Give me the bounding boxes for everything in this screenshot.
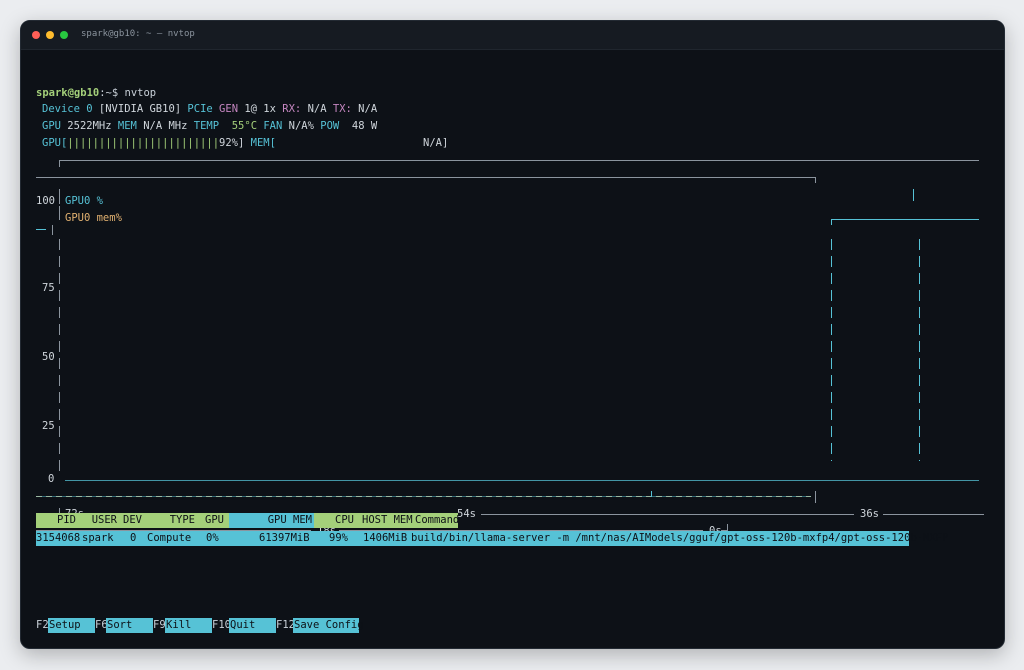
- process-table-header: PID USER DEV TYPE GPU GPU MEM CPU HOST M…: [36, 513, 459, 528]
- sort-button[interactable]: Sort: [106, 618, 153, 633]
- row-host-mem: 1406MiB: [363, 532, 408, 544]
- col-type[interactable]: TYPE: [166, 513, 195, 528]
- col-dev[interactable]: DEV: [121, 513, 142, 528]
- row-cpu: 99%: [329, 532, 348, 544]
- save-config-button[interactable]: Save Config: [293, 618, 364, 633]
- graph-series-lines: [65, 189, 979, 481]
- setup-button[interactable]: Setup: [48, 618, 95, 633]
- col-user[interactable]: USER: [82, 513, 117, 528]
- fkey-f2: F2: [36, 619, 49, 631]
- x-tick-36s: 36s: [860, 508, 879, 520]
- legend-gpu-mem: GPU0 mem%: [65, 212, 122, 224]
- fkey-f9: F9: [153, 619, 166, 631]
- graph-frame: [36, 160, 984, 531]
- y-tick-0: 0: [48, 473, 55, 485]
- y-tick-75: 75: [42, 282, 55, 294]
- graph-mem-baseline: [36, 491, 816, 503]
- row-command: build/bin/llama-server -m /mnt/nas/AIMod…: [411, 532, 949, 544]
- row-gpu: 0%: [206, 532, 219, 544]
- row-user: spark: [82, 532, 114, 544]
- terminal-content[interactable]: spark@gb10:~$ nvtop Device 0 [NVIDIA GB1…: [21, 49, 1004, 648]
- col-command[interactable]: Command: [415, 513, 459, 528]
- close-window-button[interactable]: [32, 31, 40, 39]
- kill-button[interactable]: Kill: [165, 618, 212, 633]
- table-row[interactable]: 3154068 spark 0 Compute 0% 61397MiB 99% …: [36, 531, 948, 546]
- col-gpu-mem[interactable]: GPU MEM: [264, 513, 312, 528]
- col-gpu[interactable]: GPU: [200, 513, 224, 528]
- quit-button[interactable]: Quit: [229, 618, 276, 633]
- row-gpu-mem: 61397MiB: [259, 532, 310, 544]
- y-tick-50: 50: [42, 351, 55, 363]
- x-tick-54s: 54s: [457, 508, 476, 520]
- row-type: Compute: [147, 532, 192, 544]
- legend-gpu-util: GPU0 %: [65, 195, 103, 207]
- row-pid: 3154068: [36, 532, 81, 544]
- title-bar: spark@gb10: ~ — nvtop: [21, 21, 1004, 50]
- window-title: spark@gb10: ~ — nvtop: [81, 29, 195, 39]
- col-host-mem[interactable]: HOST MEM: [362, 513, 413, 528]
- y-tick-25: 25: [42, 420, 55, 432]
- zoom-window-button[interactable]: [60, 31, 68, 39]
- terminal-window: spark@gb10: ~ — nvtop spark@gb10:~$ nvto…: [20, 20, 1005, 649]
- function-key-bar: F2 Setup F6 Sort F9 Kill F10 Quit F12 Sa…: [36, 618, 364, 633]
- row-dev: 0: [130, 532, 137, 544]
- y-tick-100: 100: [36, 195, 55, 207]
- col-cpu[interactable]: CPU: [330, 513, 354, 528]
- minimize-window-button[interactable]: [46, 31, 54, 39]
- col-pid[interactable]: PID: [36, 513, 76, 528]
